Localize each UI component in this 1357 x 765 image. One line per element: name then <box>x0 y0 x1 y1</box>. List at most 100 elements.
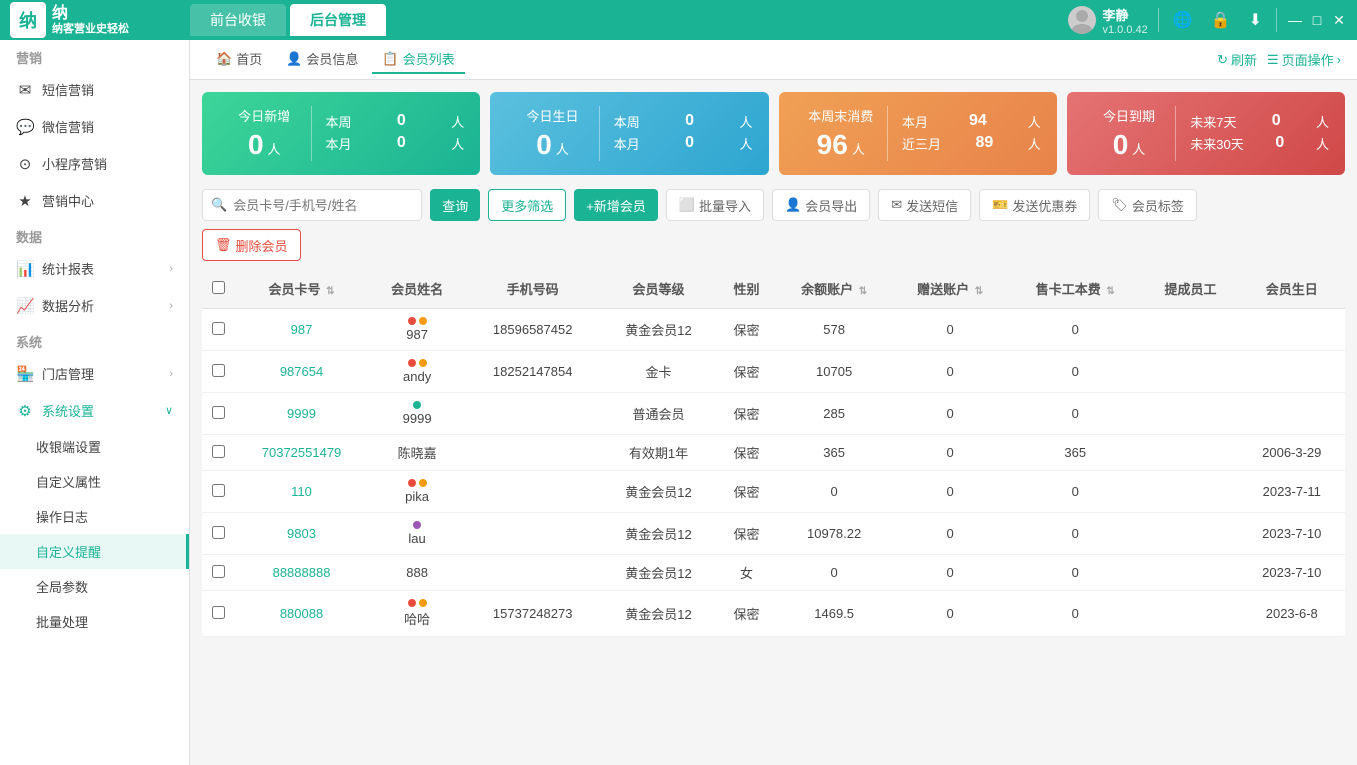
green-dot <box>413 401 421 409</box>
row-checkbox[interactable] <box>212 484 225 497</box>
cell-sales-staff <box>1142 435 1238 471</box>
export-button[interactable]: 👤 会员导出 <box>772 189 870 221</box>
coupon-icon: 🎫 <box>992 197 1008 213</box>
sidebar-sub-custom-attr[interactable]: 自定义属性 <box>0 464 189 499</box>
row-checkbox-cell <box>202 591 234 637</box>
sidebar-item-sms[interactable]: ✉ 短信营销 <box>0 71 189 108</box>
cell-level: 黄金会员12 <box>600 591 717 637</box>
maximize-button[interactable]: □ <box>1309 12 1325 28</box>
sort-card-icon[interactable]: ⇅ <box>326 286 334 297</box>
tab-front[interactable]: 前台收银 <box>190 4 286 36</box>
cell-card-no[interactable]: 9999 <box>234 393 369 435</box>
sidebar-item-wechat[interactable]: 💬 微信营销 <box>0 108 189 145</box>
sort-gift-icon[interactable]: ⇅ <box>975 286 983 297</box>
sidebar-item-analysis[interactable]: 📈 数据分析 › <box>0 287 189 324</box>
row-checkbox[interactable] <box>212 406 225 419</box>
refresh-icon: ↻ <box>1217 52 1228 68</box>
header-gender: 性别 <box>717 269 776 309</box>
delete-member-button[interactable]: 🗑 删除会员 <box>202 229 301 261</box>
page-ops-arrow-icon: › <box>1337 52 1341 67</box>
globe-icon[interactable]: 🌐 <box>1169 8 1197 32</box>
page-ops-button[interactable]: ☰ 页面操作 › <box>1267 50 1341 69</box>
tab-back[interactable]: 后台管理 <box>290 4 386 36</box>
stats-new-today: 今日新增 0 人 <box>218 106 312 161</box>
header-card-no: 会员卡号 ⇅ <box>234 269 369 309</box>
cell-level: 黄金会员12 <box>600 555 717 591</box>
cell-sales-staff <box>1142 393 1238 435</box>
cell-birthday <box>1239 351 1345 393</box>
lock-icon[interactable]: 🔒 <box>1207 8 1235 32</box>
sidebar-sub-op-log[interactable]: 操作日志 <box>0 499 189 534</box>
stats-card-no-consume: 本周末消费 96 人 本月 94 人 近三月 <box>779 92 1057 175</box>
red-dot <box>408 479 416 487</box>
row-checkbox[interactable] <box>212 526 225 539</box>
cell-phone <box>465 555 600 591</box>
sort-cost-icon[interactable]: ⇅ <box>1106 286 1114 297</box>
cell-balance: 578 <box>776 309 892 351</box>
content-area: 今日新增 0 人 本周 0 人 本月 <box>190 80 1357 765</box>
row-checkbox[interactable] <box>212 445 225 458</box>
sidebar-sub-batch[interactable]: 批量处理 <box>0 604 189 639</box>
sidebar-sub-custom-remind[interactable]: 自定义提醒 <box>0 534 189 569</box>
nav-member-list[interactable]: 📋 会员列表 <box>372 45 464 74</box>
cell-card-no[interactable]: 987 <box>234 309 369 351</box>
sidebar-item-miniapp[interactable]: ⊙ 小程序营销 <box>0 145 189 182</box>
batch-import-button[interactable]: ⬜ 批量导入 <box>666 189 764 221</box>
cell-sales-staff <box>1142 309 1238 351</box>
cell-member-name: andy <box>369 351 465 393</box>
search-input[interactable] <box>233 198 413 213</box>
cell-card-no[interactable]: 88888888 <box>234 555 369 591</box>
send-sms-button[interactable]: ✉ 发送短信 <box>878 189 971 221</box>
stats-icon: 📊 <box>16 260 34 278</box>
more-filter-button[interactable]: 更多筛选 <box>488 189 566 221</box>
minimize-button[interactable]: — <box>1287 12 1303 28</box>
download-icon[interactable]: ⬇ <box>1245 8 1266 32</box>
table-row: 9803lau黄金会员12保密10978.22002023-7-10 <box>202 513 1345 555</box>
row-checkbox-cell <box>202 351 234 393</box>
cell-sales-staff <box>1142 513 1238 555</box>
sidebar-item-settings[interactable]: ⚙ 系统设置 ∨ <box>0 392 189 429</box>
member-name-text: 哈哈 <box>404 609 430 628</box>
search-button[interactable]: 查询 <box>430 189 480 221</box>
member-name-text: andy <box>403 369 431 384</box>
cell-card-cost: 0 <box>1008 555 1142 591</box>
miniapp-icon: ⊙ <box>16 155 34 173</box>
close-button[interactable]: ✕ <box>1331 12 1347 28</box>
sidebar-item-marketing-center[interactable]: ★ 营销中心 <box>0 182 189 219</box>
sidebar-item-store[interactable]: 🏪 门店管理 › <box>0 355 189 392</box>
cell-member-name: 9999 <box>369 393 465 435</box>
store-arrow-icon: › <box>169 368 173 380</box>
orange-dot <box>419 479 427 487</box>
member-list-icon: 📋 <box>382 51 398 67</box>
row-checkbox[interactable] <box>212 364 225 377</box>
select-all-checkbox[interactable] <box>212 281 225 294</box>
row-checkbox[interactable] <box>212 322 225 335</box>
cell-sales-staff <box>1142 471 1238 513</box>
window-controls: — □ ✕ <box>1287 12 1347 28</box>
cell-card-no[interactable]: 110 <box>234 471 369 513</box>
refresh-button[interactable]: ↻ 刷新 <box>1217 50 1257 69</box>
nav-right-actions: ↻ 刷新 ☰ 页面操作 › <box>1217 50 1341 69</box>
cell-phone <box>465 513 600 555</box>
send-coupon-button[interactable]: 🎫 发送优惠券 <box>979 189 1090 221</box>
sort-balance-icon[interactable]: ⇅ <box>859 286 867 297</box>
sms-icon: ✉ <box>16 81 34 99</box>
cell-card-no[interactable]: 880088 <box>234 591 369 637</box>
cell-gift: 0 <box>892 471 1008 513</box>
cell-card-no[interactable]: 987654 <box>234 351 369 393</box>
cell-gender: 保密 <box>717 471 776 513</box>
nav-home[interactable]: 🏠 首页 <box>206 45 272 74</box>
sidebar-sub-global-params[interactable]: 全局参数 <box>0 569 189 604</box>
cell-card-no[interactable]: 70372551479 <box>234 435 369 471</box>
cell-balance: 0 <box>776 555 892 591</box>
member-tag-button[interactable]: 🏷 会员标签 <box>1098 189 1197 221</box>
logo: 纳 纳 纳客营业史轻松 <box>0 2 190 38</box>
cell-card-no[interactable]: 9803 <box>234 513 369 555</box>
row-checkbox[interactable] <box>212 606 225 619</box>
sidebar-sub-cashier[interactable]: 收银端设置 <box>0 429 189 464</box>
add-member-button[interactable]: +新增会员 <box>574 189 658 221</box>
cell-balance: 365 <box>776 435 892 471</box>
sidebar-item-stats[interactable]: 📊 统计报表 › <box>0 250 189 287</box>
nav-member-info[interactable]: 👤 会员信息 <box>276 45 368 74</box>
row-checkbox[interactable] <box>212 565 225 578</box>
